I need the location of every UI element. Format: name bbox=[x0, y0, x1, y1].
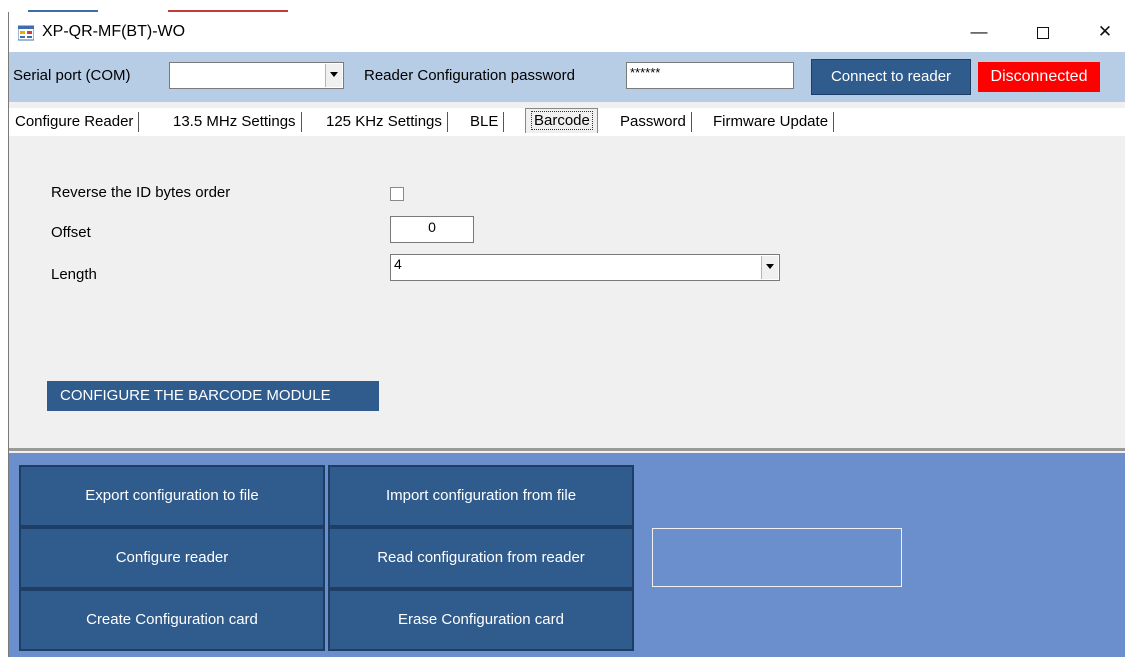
title-bar: XP-QR-MF(BT)-WO — ✕ bbox=[9, 12, 1125, 52]
actions-panel: Export configuration to file Import conf… bbox=[9, 453, 1125, 657]
erase-card-button[interactable]: Erase Configuration card bbox=[328, 589, 634, 651]
tab-13-5-mhz-settings[interactable]: 13.5 MHz Settings bbox=[167, 112, 302, 132]
panel-divider bbox=[9, 448, 1125, 451]
tab-configure-reader[interactable]: Configure Reader bbox=[9, 112, 140, 132]
minimize-button[interactable]: — bbox=[956, 12, 1002, 52]
length-value: 4 bbox=[394, 256, 402, 272]
tab-password[interactable]: Password bbox=[614, 112, 692, 132]
status-badge: Disconnected bbox=[978, 62, 1100, 92]
minimize-icon: — bbox=[970, 22, 988, 41]
app-window: XP-QR-MF(BT)-WO — ✕ Serial port (COM) Re… bbox=[8, 12, 1125, 657]
offset-label: Offset bbox=[51, 224, 91, 241]
tab-ble[interactable]: BLE bbox=[464, 112, 505, 132]
length-select[interactable]: 4 bbox=[390, 254, 780, 281]
length-label: Length bbox=[51, 266, 97, 283]
tab-barcode[interactable]: Barcode bbox=[525, 108, 598, 133]
password-field[interactable]: ****** bbox=[626, 62, 794, 89]
serial-port-label: Serial port (COM) bbox=[13, 67, 131, 84]
import-config-button[interactable]: Import configuration from file bbox=[328, 465, 634, 527]
close-icon: ✕ bbox=[1097, 22, 1113, 41]
reverse-bytes-checkbox[interactable] bbox=[390, 187, 404, 201]
tab-firmware-update[interactable]: Firmware Update bbox=[707, 112, 835, 132]
app-window-icon bbox=[18, 25, 34, 41]
barcode-panel: Reverse the ID bytes order Offset 0 Leng… bbox=[9, 136, 1125, 450]
maximize-icon bbox=[1037, 26, 1049, 39]
read-config-button[interactable]: Read configuration from reader bbox=[328, 527, 634, 589]
tab-strip: Configure Reader 13.5 MHz Settings 125 K… bbox=[9, 108, 1125, 136]
tab-barcode-label: Barcode bbox=[531, 111, 593, 130]
maximize-button[interactable] bbox=[1020, 12, 1066, 52]
serial-port-select[interactable] bbox=[169, 62, 344, 89]
tab-125-khz-settings[interactable]: 125 KHz Settings bbox=[320, 112, 448, 132]
top-accent-strip bbox=[8, 0, 1125, 12]
export-config-button[interactable]: Export configuration to file bbox=[19, 465, 325, 527]
password-label: Reader Configuration password bbox=[364, 67, 575, 84]
window-title: XP-QR-MF(BT)-WO bbox=[42, 23, 186, 40]
create-card-button[interactable]: Create Configuration card bbox=[19, 589, 325, 651]
result-display bbox=[652, 528, 902, 587]
close-button[interactable]: ✕ bbox=[1082, 12, 1125, 52]
offset-field[interactable]: 0 bbox=[390, 216, 474, 243]
reverse-bytes-label: Reverse the ID bytes order bbox=[51, 184, 231, 201]
configure-reader-button[interactable]: Configure reader bbox=[19, 527, 325, 589]
chevron-down-icon bbox=[325, 64, 342, 87]
configure-barcode-button[interactable]: CONFIGURE THE BARCODE MODULE bbox=[47, 381, 379, 411]
chevron-down-icon bbox=[761, 256, 778, 279]
connect-button[interactable]: Connect to reader bbox=[811, 59, 971, 95]
